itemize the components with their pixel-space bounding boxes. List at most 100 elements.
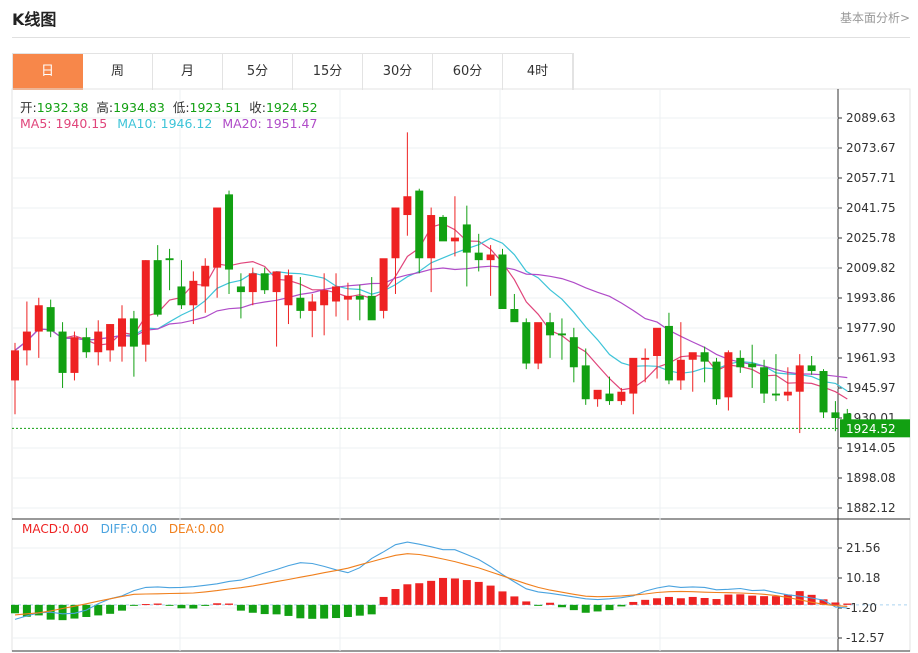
macd-bar [403,584,412,605]
macd-bar [439,577,448,605]
macd-bar [771,596,780,605]
candle [213,207,222,298]
low-label: 低: [172,100,190,115]
macd-value: 0.00 [62,522,89,536]
candle-body [320,290,329,306]
last-price-tag-label: 1924.52 [846,422,896,436]
macd-bar [118,604,127,611]
candle [546,312,555,358]
last-price-tag: 1924.52 [12,419,910,438]
candle-body [546,322,555,336]
macd-bar [284,604,293,616]
candle-body [58,331,67,373]
diff-value: 0.00 [130,522,157,536]
macd-bar [427,580,436,605]
price-tick-label: 2089.63 [846,111,896,125]
macd-bar [760,596,769,605]
diff-label: DIFF: [100,522,131,536]
macd-tick-label: -1.20 [846,601,877,615]
macd-bar [510,596,519,605]
macd-tick-label: 21.56 [846,541,880,555]
candle-body [676,359,685,381]
candle [629,357,638,415]
candle [712,357,721,405]
open-value: 1932.38 [36,100,89,115]
candle [439,215,448,242]
candle [308,293,317,338]
candle [617,387,626,405]
candle-body [771,393,780,396]
macd-bar [58,604,67,621]
candle [819,369,828,419]
open-label: 开: [20,100,37,115]
candle [106,324,115,362]
candle [415,188,424,274]
candle [248,267,257,306]
dea-readout-item: DEA:0.00 [169,522,225,536]
macd-bar [141,604,150,606]
macd-bar [367,604,376,615]
candle [332,273,341,317]
candle [320,273,329,336]
macd-readout: MACD:0.00 DIFF:0.00 DEA:0.00 [22,522,224,536]
candle-body [664,325,673,381]
candle-body [819,371,828,413]
candle-body [783,391,792,396]
high-value: 1934.83 [113,100,165,115]
ma5-value: 1940.15 [55,116,108,131]
macd-bar [724,594,733,605]
macd-tick-label: -12.57 [846,631,885,645]
macd-label: MACD: [22,522,63,536]
macd-bar [462,580,471,605]
candle-body [141,260,150,345]
dea-value: 0.00 [197,522,225,536]
candle-body [605,393,614,402]
candle-body [712,361,721,400]
macd-bar [617,604,626,607]
candle-body [82,337,91,353]
macd-bar [94,604,103,616]
candle-body [118,318,127,347]
candle-body [415,190,424,259]
macd-bar [129,604,138,606]
macd-bar [236,604,245,611]
candle [82,327,91,358]
candle-body [94,331,103,353]
macd-bar [106,604,115,614]
candle [260,267,269,294]
candle-body [343,295,352,300]
price-tick-label: 2009.82 [846,261,896,275]
candle-body [332,286,341,302]
ma5-label: MA5: [20,116,52,131]
candle [355,284,364,321]
candle [379,258,388,319]
candle-body [581,365,590,400]
candle-body [474,252,483,261]
candle [450,196,459,257]
price-axis: 2089.63 2073.67 2057.71 2041.75 2025.78 2009.… [838,111,896,515]
candle [736,350,745,373]
macd-bar [296,604,305,619]
candle-body [569,337,578,368]
macd-bar [557,604,566,608]
macd-bar [581,604,590,613]
candle-body [439,216,448,242]
candle-body [724,352,733,398]
candle-body [688,352,697,360]
candle [534,322,543,370]
price-tick-label: 2025.78 [846,231,896,245]
candle-body [534,322,543,364]
candle-body [629,357,638,394]
macd-bar [177,604,186,609]
price-tick-label: 2041.75 [846,201,896,215]
candle-body [486,254,495,261]
candle-body [153,260,162,315]
macd-tick-label: 10.18 [846,571,880,585]
macd-bar [201,604,210,606]
ma10-label: MA10: [117,116,157,131]
macd-bar [248,604,257,613]
candle [70,331,79,381]
candle-body [284,275,293,306]
candle-body [34,305,43,332]
candle-body [450,237,459,242]
